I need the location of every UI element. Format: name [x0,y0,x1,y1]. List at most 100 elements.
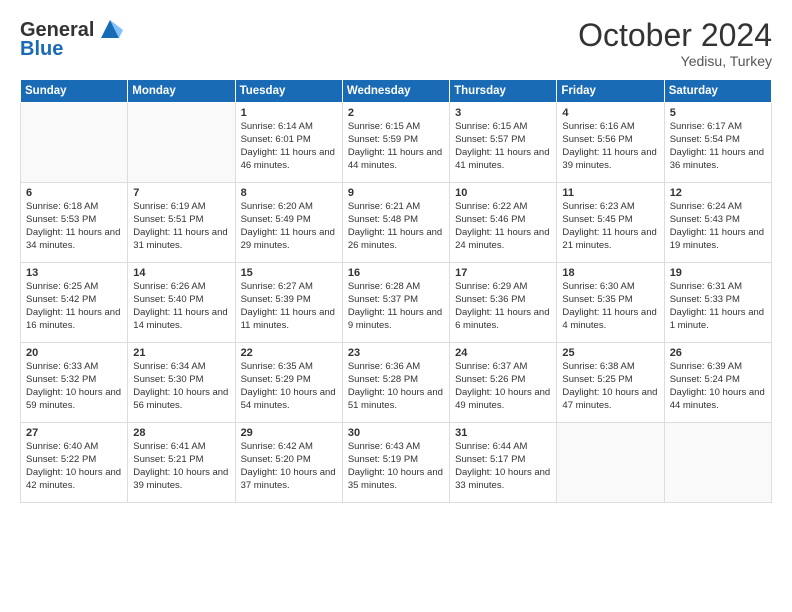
calendar-cell: 10Sunrise: 6:22 AMSunset: 5:46 PMDayligh… [450,183,557,263]
daylight-text: Daylight: 11 hours and 6 minutes. [455,307,551,333]
sunrise-text: Sunrise: 6:43 AM [348,441,444,454]
calendar-cell [664,423,771,503]
sunset-text: Sunset: 5:20 PM [241,454,337,467]
date-number: 11 [562,187,658,199]
calendar-cell [128,103,235,183]
daylight-text: Daylight: 11 hours and 14 minutes. [133,307,229,333]
date-number: 26 [670,347,766,359]
sunrise-text: Sunrise: 6:29 AM [455,281,551,294]
sunrise-text: Sunrise: 6:24 AM [670,201,766,214]
calendar-cell: 27Sunrise: 6:40 AMSunset: 5:22 PMDayligh… [21,423,128,503]
date-number: 28 [133,427,229,439]
sunrise-text: Sunrise: 6:15 AM [455,121,551,134]
week-row-2: 6Sunrise: 6:18 AMSunset: 5:53 PMDaylight… [21,183,772,263]
day-header-thursday: Thursday [450,80,557,103]
date-number: 24 [455,347,551,359]
sunset-text: Sunset: 5:59 PM [348,134,444,147]
sunrise-text: Sunrise: 6:14 AM [241,121,337,134]
week-row-1: 1Sunrise: 6:14 AMSunset: 6:01 PMDaylight… [21,103,772,183]
sunrise-text: Sunrise: 6:26 AM [133,281,229,294]
calendar-cell: 30Sunrise: 6:43 AMSunset: 5:19 PMDayligh… [342,423,449,503]
daylight-text: Daylight: 11 hours and 46 minutes. [241,147,337,173]
daylight-text: Daylight: 10 hours and 44 minutes. [670,387,766,413]
sunset-text: Sunset: 5:54 PM [670,134,766,147]
calendar-cell: 5 Sunrise: 6:17 AMSunset: 5:54 PMDaylight… [664,103,771,183]
sunrise-text: Sunrise: 6:28 AM [348,281,444,294]
calendar-cell: 26Sunrise: 6:39 AMSunset: 5:24 PMDayligh… [664,343,771,423]
daylight-text: Daylight: 11 hours and 39 minutes. [562,147,658,173]
date-number: 22 [241,347,337,359]
sunrise-text: Sunrise: 6:18 AM [26,201,122,214]
daylight-text: Daylight: 11 hours and 36 minutes. [670,147,766,173]
sunrise-text: Sunrise: 6:21 AM [348,201,444,214]
sunrise-text: Sunrise: 6:38 AM [562,361,658,374]
date-number: 17 [455,267,551,279]
sunset-text: Sunset: 6:01 PM [241,134,337,147]
calendar-cell: 16Sunrise: 6:28 AMSunset: 5:37 PMDayligh… [342,263,449,343]
day-header-sunday: Sunday [21,80,128,103]
sunrise-text: Sunrise: 6:20 AM [241,201,337,214]
calendar-cell: 7Sunrise: 6:19 AMSunset: 5:51 PMDaylight… [128,183,235,263]
sunset-text: Sunset: 5:35 PM [562,294,658,307]
day-header-tuesday: Tuesday [235,80,342,103]
daylight-text: Daylight: 11 hours and 31 minutes. [133,227,229,253]
date-number: 23 [348,347,444,359]
date-number: 2 [348,107,444,119]
daylight-text: Daylight: 10 hours and 54 minutes. [241,387,337,413]
sunset-text: Sunset: 5:26 PM [455,374,551,387]
sunset-text: Sunset: 5:32 PM [26,374,122,387]
daylight-text: Daylight: 10 hours and 35 minutes. [348,467,444,493]
daylight-text: Daylight: 11 hours and 41 minutes. [455,147,551,173]
sunrise-text: Sunrise: 6:17 AM [670,121,766,134]
sunset-text: Sunset: 5:24 PM [670,374,766,387]
day-header-monday: Monday [128,80,235,103]
sunrise-text: Sunrise: 6:37 AM [455,361,551,374]
calendar-cell: 14Sunrise: 6:26 AMSunset: 5:40 PMDayligh… [128,263,235,343]
daylight-text: Daylight: 11 hours and 4 minutes. [562,307,658,333]
calendar-cell: 6Sunrise: 6:18 AMSunset: 5:53 PMDaylight… [21,183,128,263]
page-subtitle: Yedisu, Turkey [578,53,772,69]
sunrise-text: Sunrise: 6:36 AM [348,361,444,374]
date-number: 3 [455,107,551,119]
date-number: 13 [26,267,122,279]
sunset-text: Sunset: 5:25 PM [562,374,658,387]
sunrise-text: Sunrise: 6:16 AM [562,121,658,134]
calendar-cell: 29Sunrise: 6:42 AMSunset: 5:20 PMDayligh… [235,423,342,503]
calendar-cell: 2Sunrise: 6:15 AMSunset: 5:59 PMDaylight… [342,103,449,183]
date-number: 9 [348,187,444,199]
sunset-text: Sunset: 5:51 PM [133,214,229,227]
sunset-text: Sunset: 5:33 PM [670,294,766,307]
daylight-text: Daylight: 11 hours and 1 minute. [670,307,766,333]
week-row-5: 27Sunrise: 6:40 AMSunset: 5:22 PMDayligh… [21,423,772,503]
date-number: 6 [26,187,122,199]
daylight-text: Daylight: 11 hours and 26 minutes. [348,227,444,253]
date-number: 30 [348,427,444,439]
calendar-cell [21,103,128,183]
sunrise-text: Sunrise: 6:25 AM [26,281,122,294]
date-number: 16 [348,267,444,279]
date-number: 5 [670,107,766,119]
calendar-cell: 8Sunrise: 6:20 AMSunset: 5:49 PMDaylight… [235,183,342,263]
calendar-cell: 28Sunrise: 6:41 AMSunset: 5:21 PMDayligh… [128,423,235,503]
daylight-text: Daylight: 10 hours and 37 minutes. [241,467,337,493]
calendar-cell: 23Sunrise: 6:36 AMSunset: 5:28 PMDayligh… [342,343,449,423]
calendar-cell: 20Sunrise: 6:33 AMSunset: 5:32 PMDayligh… [21,343,128,423]
calendar-cell: 13Sunrise: 6:25 AMSunset: 5:42 PMDayligh… [21,263,128,343]
calendar-cell: 9Sunrise: 6:21 AMSunset: 5:48 PMDaylight… [342,183,449,263]
logo: General Blue [20,18,123,61]
calendar-cell: 11Sunrise: 6:23 AMSunset: 5:45 PMDayligh… [557,183,664,263]
daylight-text: Daylight: 10 hours and 49 minutes. [455,387,551,413]
sunset-text: Sunset: 5:37 PM [348,294,444,307]
date-number: 18 [562,267,658,279]
calendar-cell: 19Sunrise: 6:31 AMSunset: 5:33 PMDayligh… [664,263,771,343]
sunset-text: Sunset: 5:22 PM [26,454,122,467]
week-row-4: 20Sunrise: 6:33 AMSunset: 5:32 PMDayligh… [21,343,772,423]
date-number: 7 [133,187,229,199]
day-header-saturday: Saturday [664,80,771,103]
daylight-text: Daylight: 11 hours and 11 minutes. [241,307,337,333]
calendar-cell: 22Sunrise: 6:35 AMSunset: 5:29 PMDayligh… [235,343,342,423]
days-header-row: SundayMondayTuesdayWednesdayThursdayFrid… [21,80,772,103]
sunset-text: Sunset: 5:49 PM [241,214,337,227]
sunset-text: Sunset: 5:36 PM [455,294,551,307]
date-number: 20 [26,347,122,359]
